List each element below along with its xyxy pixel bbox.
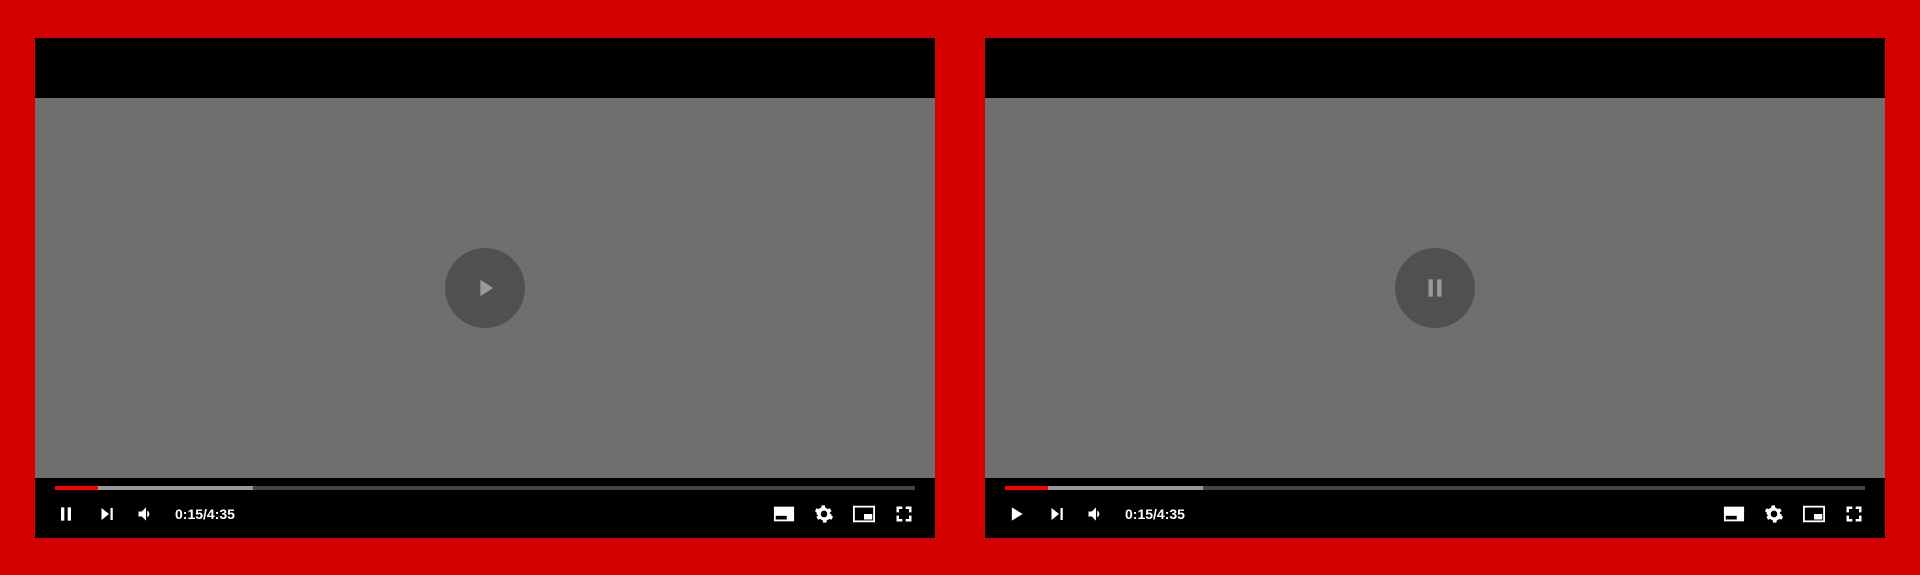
fullscreen-icon	[1844, 504, 1864, 524]
next-icon	[1047, 505, 1065, 523]
progress-bar[interactable]	[55, 486, 915, 490]
miniplayer-button[interactable]	[1803, 503, 1825, 525]
center-pause-button[interactable]	[1395, 248, 1475, 328]
volume-button[interactable]	[1085, 503, 1107, 525]
play-icon	[1006, 504, 1026, 524]
controls-bar: 0:15/4:35	[35, 478, 935, 538]
fullscreen-button[interactable]	[1843, 503, 1865, 525]
control-row: 0:15/4:35	[1005, 490, 1865, 538]
elapsed-time: 0:15	[175, 506, 203, 522]
gear-icon	[814, 504, 834, 524]
next-button[interactable]	[95, 503, 117, 525]
fullscreen-button[interactable]	[893, 503, 915, 525]
subtitles-icon	[773, 505, 795, 523]
time-display: 0:15/4:35	[175, 506, 235, 522]
player-header	[35, 38, 935, 98]
pause-button[interactable]	[55, 503, 77, 525]
subtitles-icon	[1723, 505, 1745, 523]
duration-time: 4:35	[1157, 506, 1185, 522]
play-icon	[471, 274, 499, 302]
fullscreen-icon	[894, 504, 914, 524]
progress-played	[1005, 486, 1048, 490]
video-player: 0:15/4:35	[35, 38, 935, 538]
duration-time: 4:35	[207, 506, 235, 522]
next-button[interactable]	[1045, 503, 1067, 525]
subtitles-button[interactable]	[1723, 503, 1745, 525]
pause-icon	[1422, 275, 1448, 301]
progress-played	[55, 486, 98, 490]
control-row: 0:15/4:35	[55, 490, 915, 538]
pause-icon	[56, 504, 76, 524]
controls-bar: 0:15/4:35	[985, 478, 1885, 538]
progress-buffered	[98, 486, 253, 490]
center-play-button[interactable]	[445, 248, 525, 328]
miniplayer-icon	[853, 505, 875, 523]
next-icon	[97, 505, 115, 523]
progress-buffered	[1048, 486, 1203, 490]
miniplayer-button[interactable]	[853, 503, 875, 525]
elapsed-time: 0:15	[1125, 506, 1153, 522]
volume-button[interactable]	[135, 503, 157, 525]
subtitles-button[interactable]	[773, 503, 795, 525]
video-player: 0:15/4:35	[985, 38, 1885, 538]
video-viewport[interactable]	[985, 98, 1885, 478]
settings-button[interactable]	[813, 503, 835, 525]
gear-icon	[1764, 504, 1784, 524]
progress-bar[interactable]	[1005, 486, 1865, 490]
volume-icon	[136, 504, 156, 524]
time-display: 0:15/4:35	[1125, 506, 1185, 522]
play-button[interactable]	[1005, 503, 1027, 525]
settings-button[interactable]	[1763, 503, 1785, 525]
volume-icon	[1086, 504, 1106, 524]
video-viewport[interactable]	[35, 98, 935, 478]
miniplayer-icon	[1803, 505, 1825, 523]
player-header	[985, 38, 1885, 98]
